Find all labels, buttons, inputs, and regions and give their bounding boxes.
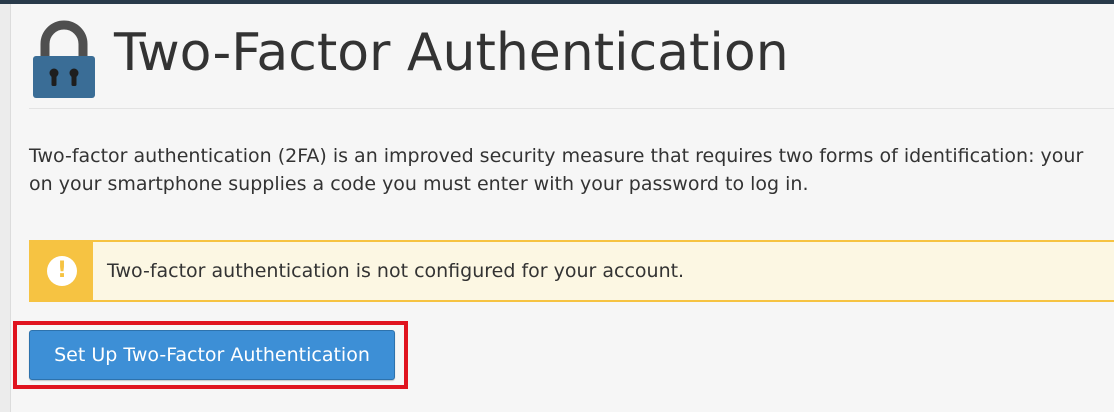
lock-icon: [31, 20, 97, 100]
description-line-1: Two-factor authentication (2FA) is an im…: [29, 145, 1084, 167]
alert-message: Two-factor authentication is not configu…: [107, 260, 685, 282]
page-header: [31, 20, 97, 100]
left-edge: [0, 4, 11, 412]
alert-icon-container: !: [31, 242, 93, 300]
exclamation-icon: !: [47, 256, 77, 286]
title-divider: [29, 108, 1114, 109]
main-content: Two-Factor Authentication Two-factor aut…: [11, 4, 1114, 412]
setup-2fa-button[interactable]: Set Up Two-Factor Authentication: [29, 330, 395, 380]
description-text: Two-factor authentication (2FA) is an im…: [29, 142, 1114, 198]
description-line-2: on your smartphone supplies a code you m…: [29, 173, 809, 195]
page-title: Two-Factor Authentication: [114, 23, 789, 83]
warning-alert: ! Two-factor authentication is not confi…: [29, 240, 1114, 302]
